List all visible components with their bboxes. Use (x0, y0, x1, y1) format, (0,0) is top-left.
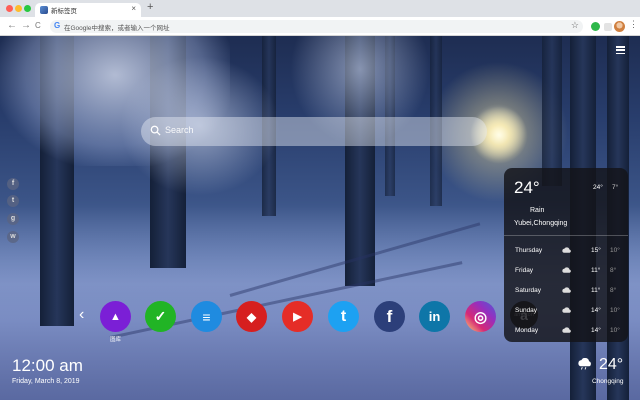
forecast-high: 14° (591, 327, 601, 334)
weather-condition: Rain (530, 207, 545, 214)
forecast-low: 8° (610, 287, 617, 294)
forecast-row: Monday 14° 10° (504, 323, 628, 343)
search-bar[interactable] (141, 117, 487, 146)
today-high: 24° (593, 184, 603, 191)
today-low: 7° (612, 184, 619, 191)
weather-location: Yubei,Chongqing (514, 220, 568, 227)
twitter-icon[interactable]: t (7, 195, 19, 207)
bookmark-star-icon[interactable]: ☆ (571, 20, 579, 31)
twitter-app-icon[interactable]: t (328, 301, 359, 332)
cloud-rain-icon (578, 358, 591, 370)
forecast-high: 15° (591, 247, 601, 254)
linkedin-app-icon[interactable]: in (419, 301, 450, 332)
forecast-day: Monday (515, 327, 539, 334)
forecast-low: 10° (610, 307, 620, 314)
forecast-low: 10° (610, 247, 620, 254)
forecast-row: Thursday 15° 10° (504, 243, 628, 263)
youtube-app-icon[interactable]: ▶ (282, 301, 313, 332)
forecast-high: 11° (591, 267, 601, 274)
weather-card: 24° 24° 7° Rain Yubei,Chongqing Thursday… (504, 168, 628, 342)
new-tab-page: f t g w ‹ ▲ 图库 ✓ ≡ ◆ ▶ t f in ◎ a amazon… (0, 36, 640, 400)
menu-icon[interactable] (616, 46, 625, 55)
extension-green-icon[interactable] (591, 22, 600, 31)
cloud-icon (562, 247, 571, 253)
reload-button[interactable]: C (35, 21, 41, 30)
previous-apps-chevron-icon[interactable]: ‹ (79, 306, 84, 324)
extension-icon[interactable] (604, 23, 612, 31)
back-button[interactable]: ← (7, 20, 17, 31)
forecast-row: Friday 11° 8° (504, 263, 628, 283)
tab-strip: 新标签页 × + (0, 0, 640, 17)
forecast-high: 11° (591, 287, 601, 294)
forecast-row: Saturday 11° 8° (504, 283, 628, 303)
tab-favicon-icon (40, 6, 48, 14)
clock-date: Friday, March 8, 2019 (12, 378, 80, 385)
forecast-day: Sunday (515, 307, 538, 314)
browser-toolbar: ← → C G 在Google中搜索，或者输入一个网址 ☆ (0, 17, 640, 36)
forward-button[interactable]: → (21, 20, 31, 31)
search-icon (150, 125, 161, 136)
weather-mini-city: Chongqing (592, 378, 624, 385)
cloud-icon (562, 287, 571, 293)
close-window-button[interactable] (6, 5, 13, 12)
new-tab-button[interactable]: + (147, 1, 153, 13)
cloud-icon (562, 307, 571, 313)
forecast-row: Sunday 14° 10° (504, 303, 628, 323)
address-bar[interactable]: G 在Google中搜索，或者输入一个网址 ☆ (50, 20, 583, 33)
google-icon[interactable]: g (7, 213, 19, 225)
facebook-app-icon[interactable]: f (374, 301, 405, 332)
clock-time: 12:00 am (12, 356, 83, 375)
tab-new-tab[interactable]: 新标签页 × (35, 3, 141, 17)
search-input[interactable] (165, 125, 465, 135)
address-bar-placeholder: 在Google中搜索，或者输入一个网址 (64, 25, 170, 32)
weather-mini-temp[interactable]: 24° (599, 356, 623, 374)
instagram-app-icon[interactable]: ◎ (465, 301, 496, 332)
games-app-icon[interactable]: ◆ (236, 301, 267, 332)
google-icon: G (54, 21, 61, 30)
cloud-icon (562, 327, 571, 333)
forecast-day: Saturday (515, 287, 542, 294)
forecast-day: Thursday (515, 247, 543, 254)
gallery-app-label: 图库 (109, 337, 121, 343)
current-temperature: 24° (514, 178, 540, 197)
profile-avatar[interactable] (614, 21, 625, 32)
tasks-app-icon[interactable]: ✓ (145, 301, 176, 332)
close-tab-icon[interactable]: × (131, 4, 136, 13)
browser-menu-icon[interactable]: ⋮ (629, 19, 638, 30)
forecast-high: 14° (591, 307, 601, 314)
facebook-icon[interactable]: f (7, 178, 19, 190)
wechat-icon[interactable]: w (7, 231, 19, 243)
forecast-day: Friday (515, 267, 534, 274)
notes-app-icon[interactable]: ≡ (191, 301, 222, 332)
minimize-window-button[interactable] (15, 5, 22, 12)
forecast-low: 10° (610, 327, 620, 334)
maximize-window-button[interactable] (24, 5, 31, 12)
gallery-app-icon[interactable]: ▲ (100, 301, 131, 332)
tree-trunk (542, 36, 562, 186)
divider (504, 235, 628, 236)
tab-title: 新标签页 (51, 8, 77, 15)
forecast-low: 8° (610, 267, 617, 274)
cloud-icon (562, 267, 571, 273)
